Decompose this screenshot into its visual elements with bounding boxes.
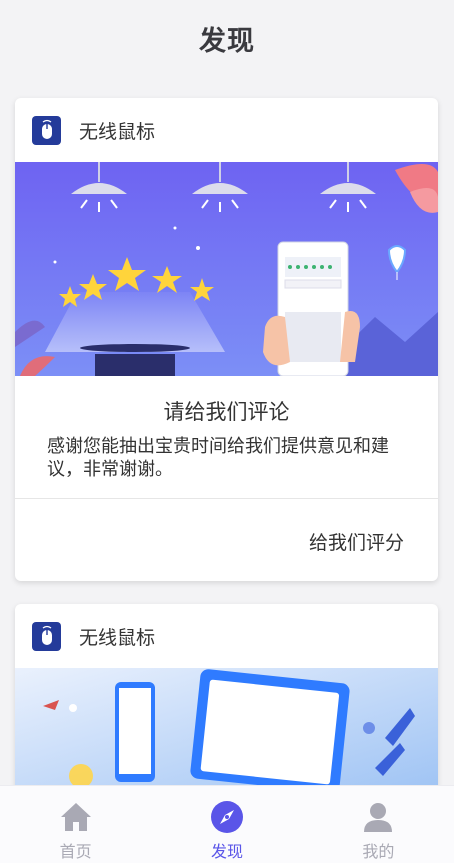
bottom-tab-bar: 首页 发现 我的 [0,785,454,863]
card-header: 无线鼠标 [15,604,438,668]
review-title: 请给我们评论 [163,400,290,424]
review-description: 感谢您能抽出宝贵时间给我们提供意见和建议，非常谢谢。 [47,436,389,480]
user-icon [364,803,393,832]
card-divider [15,498,438,499]
compass-icon [210,801,243,833]
tab-home-label: 首页 [59,842,92,861]
review-card: 无线鼠标 请给我们评论 感谢您能抽出宝贵时间给我们提供意见和建议，非常谢谢。 给… [15,98,438,581]
tab-discover[interactable]: 发现 [151,786,302,863]
review-banner-image [15,162,438,376]
promo-card: 无线鼠标 [15,604,438,794]
mouse-app-icon [32,115,61,145]
app-name: 无线鼠标 [79,626,156,649]
mouse-app-icon [32,621,61,651]
tab-discover-label: 发现 [210,842,243,861]
home-icon [60,803,91,831]
tab-profile-label: 我的 [362,842,395,861]
tab-home[interactable]: 首页 [0,786,151,863]
card-header: 无线鼠标 [15,98,438,162]
page-title: 发现 [199,25,255,57]
promo-banner-image [15,668,438,794]
rate-us-button[interactable]: 给我们评分 [309,528,404,555]
app-name: 无线鼠标 [79,120,156,143]
page-header: 发现 [0,0,454,76]
tab-profile[interactable]: 我的 [303,786,454,863]
